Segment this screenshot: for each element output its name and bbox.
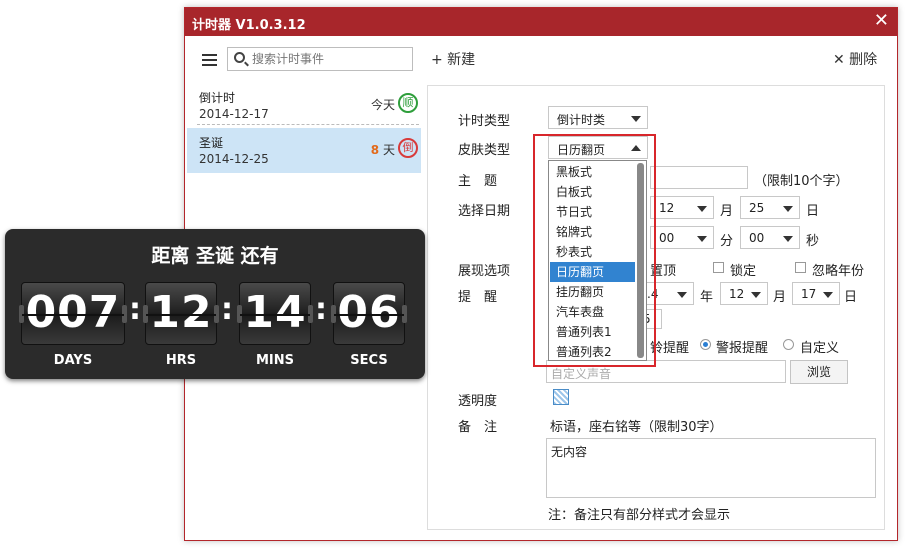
month-unit: 月 [773, 290, 787, 305]
clock-heading: 距离 圣诞 还有 [151, 245, 279, 267]
timer-type-select[interactable]: 倒计时类 [548, 106, 648, 129]
day-unit: 日 [806, 204, 820, 219]
title-bar: 计时器 V1.0.3.12 ✕ [185, 8, 897, 36]
second-select[interactable]: 00 [740, 226, 800, 249]
second-unit: 秒 [806, 234, 820, 249]
seconds-value: 06 [337, 287, 401, 338]
footer-note: 注：备注只有部分样式才会显示 [548, 508, 731, 523]
hours-card: 12 [143, 282, 219, 345]
lock-label: 锁定 [730, 264, 757, 279]
note-value: 无内容 [551, 445, 588, 459]
search-box[interactable] [227, 47, 413, 71]
remind-day-value: 17 [801, 287, 817, 301]
event-date: 2014-12-17 [199, 107, 269, 121]
custom-remind-radio[interactable] [783, 339, 794, 350]
note-textarea[interactable]: 无内容 [546, 438, 876, 498]
date-day-value: 25 [749, 201, 765, 215]
date-month-value: 12 [659, 201, 675, 215]
remind-label: 提 醒 [458, 290, 498, 305]
remind-month-select[interactable]: 12 [720, 282, 768, 305]
date-day-select[interactable]: 25 [740, 196, 800, 219]
direction-badge: 顺 [398, 93, 418, 113]
hours-value: 12 [149, 287, 213, 338]
ignore-year-checkbox[interactable] [795, 262, 806, 273]
new-button[interactable]: + 新建 [431, 49, 475, 69]
search-icon [234, 52, 245, 63]
minute-unit: 分 [720, 234, 734, 249]
event-list-item-selected[interactable]: 圣诞 2014-12-25 8 天 倒 [187, 128, 421, 173]
event-days: 今天 [370, 98, 395, 112]
days-value: 007 [25, 287, 121, 338]
chevron-down-icon [823, 292, 833, 298]
ignore-year-label: 忽略年份 [812, 264, 865, 279]
days-count: 8 [370, 143, 380, 157]
timer-type-value: 倒计时类 [557, 113, 606, 127]
chevron-down-icon [697, 206, 707, 212]
chevron-down-icon [677, 292, 687, 298]
alarm-remind-radio[interactable] [700, 339, 711, 350]
note-label: 备 注 [458, 420, 498, 435]
minute-value: 00 [659, 231, 675, 245]
hours-label: HRS [165, 353, 197, 368]
hamburger-menu-icon[interactable] [202, 54, 217, 66]
subject-hint: （限制10个字） [754, 174, 849, 189]
date-label: 选择日期 [458, 204, 511, 219]
subject-label: 主 题 [458, 174, 498, 189]
settings-panel: 计时类型 倒计时类 皮肤类型 日历翻页 主 题 （限制10个字） 选择日期 12… [427, 85, 885, 530]
event-days: 8 天 [371, 141, 395, 158]
chevron-down-icon [697, 236, 707, 242]
separator-colon: : [315, 292, 327, 327]
separator-colon: : [221, 292, 233, 327]
direction-badge: 倒 [398, 138, 418, 158]
event-date: 2014-12-25 [199, 152, 269, 166]
delete-button[interactable]: ✕ 删除 [833, 49, 877, 69]
note-hint: 标语，座右铭等（限制30字） [550, 420, 723, 435]
days-unit: 天 [382, 143, 395, 157]
list-divider [197, 124, 419, 125]
minute-select[interactable]: 00 [650, 226, 714, 249]
second-value: 00 [749, 231, 765, 245]
seconds-card: 06 [331, 282, 407, 345]
event-list-item[interactable]: 倒计时 2014-12-17 今天 顺 [187, 83, 421, 128]
day-unit: 日 [844, 290, 858, 305]
minutes-card: 14 [237, 282, 313, 345]
remind-month-value: 12 [729, 287, 745, 301]
search-input[interactable] [252, 50, 408, 68]
window-title: 计时器 V1.0.3.12 [192, 18, 306, 33]
subject-input[interactable] [650, 166, 748, 189]
custom-remind-label: 自定义 [800, 341, 840, 356]
skin-type-label: 皮肤类型 [458, 143, 511, 158]
year-unit: 年 [700, 290, 714, 305]
alarm-remind-label: 警报提醒 [716, 341, 769, 356]
timer-type-label: 计时类型 [458, 114, 511, 129]
highlight-callout-box [533, 134, 656, 367]
lock-checkbox[interactable] [713, 262, 724, 273]
event-name: 圣诞 [199, 136, 224, 150]
chevron-down-icon [783, 236, 793, 242]
chevron-down-icon [631, 116, 641, 122]
date-month-select[interactable]: 12 [650, 196, 714, 219]
display-options-label: 展现选项 [458, 264, 511, 279]
minutes-value: 14 [243, 287, 307, 338]
days-card: 007 [19, 282, 127, 345]
days-label: DAYS [53, 353, 93, 368]
opacity-label: 透明度 [458, 394, 498, 409]
chevron-down-icon [783, 206, 793, 212]
chevron-down-icon [751, 292, 761, 298]
custom-sound-placeholder: 自定义声音 [551, 367, 612, 381]
remind-day-select[interactable]: 17 [792, 282, 840, 305]
minutes-label: MINS [255, 353, 295, 368]
month-unit: 月 [720, 204, 734, 219]
close-icon[interactable]: ✕ [874, 11, 889, 31]
seconds-label: SECS [350, 353, 388, 368]
separator-colon: : [129, 292, 141, 327]
event-name: 倒计时 [199, 91, 236, 105]
countdown-clock-widget: 距离 圣诞 还有 007 : 12 : 14 : 06 DAYS HRS MIN… [5, 229, 425, 379]
browse-button[interactable]: 浏览 [790, 360, 848, 384]
opacity-swatch-icon[interactable] [553, 389, 569, 405]
